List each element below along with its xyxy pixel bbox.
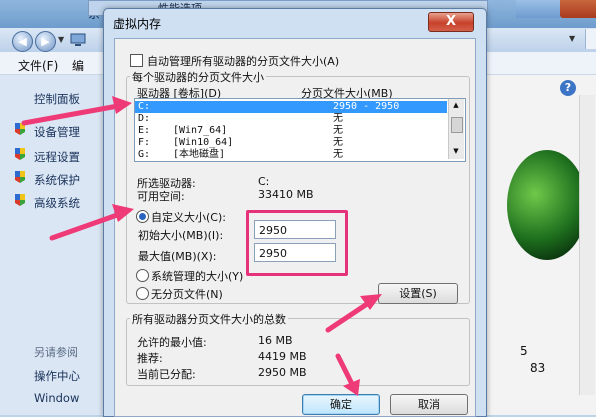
annotation-arrow-set-button [325, 294, 382, 333]
annotation-arrow-ok-button [335, 353, 360, 396]
annotation-arrow-drive-list [21, 96, 132, 126]
annotation-arrows [21, 96, 382, 396]
annotation-arrow-custom-size [49, 204, 134, 241]
